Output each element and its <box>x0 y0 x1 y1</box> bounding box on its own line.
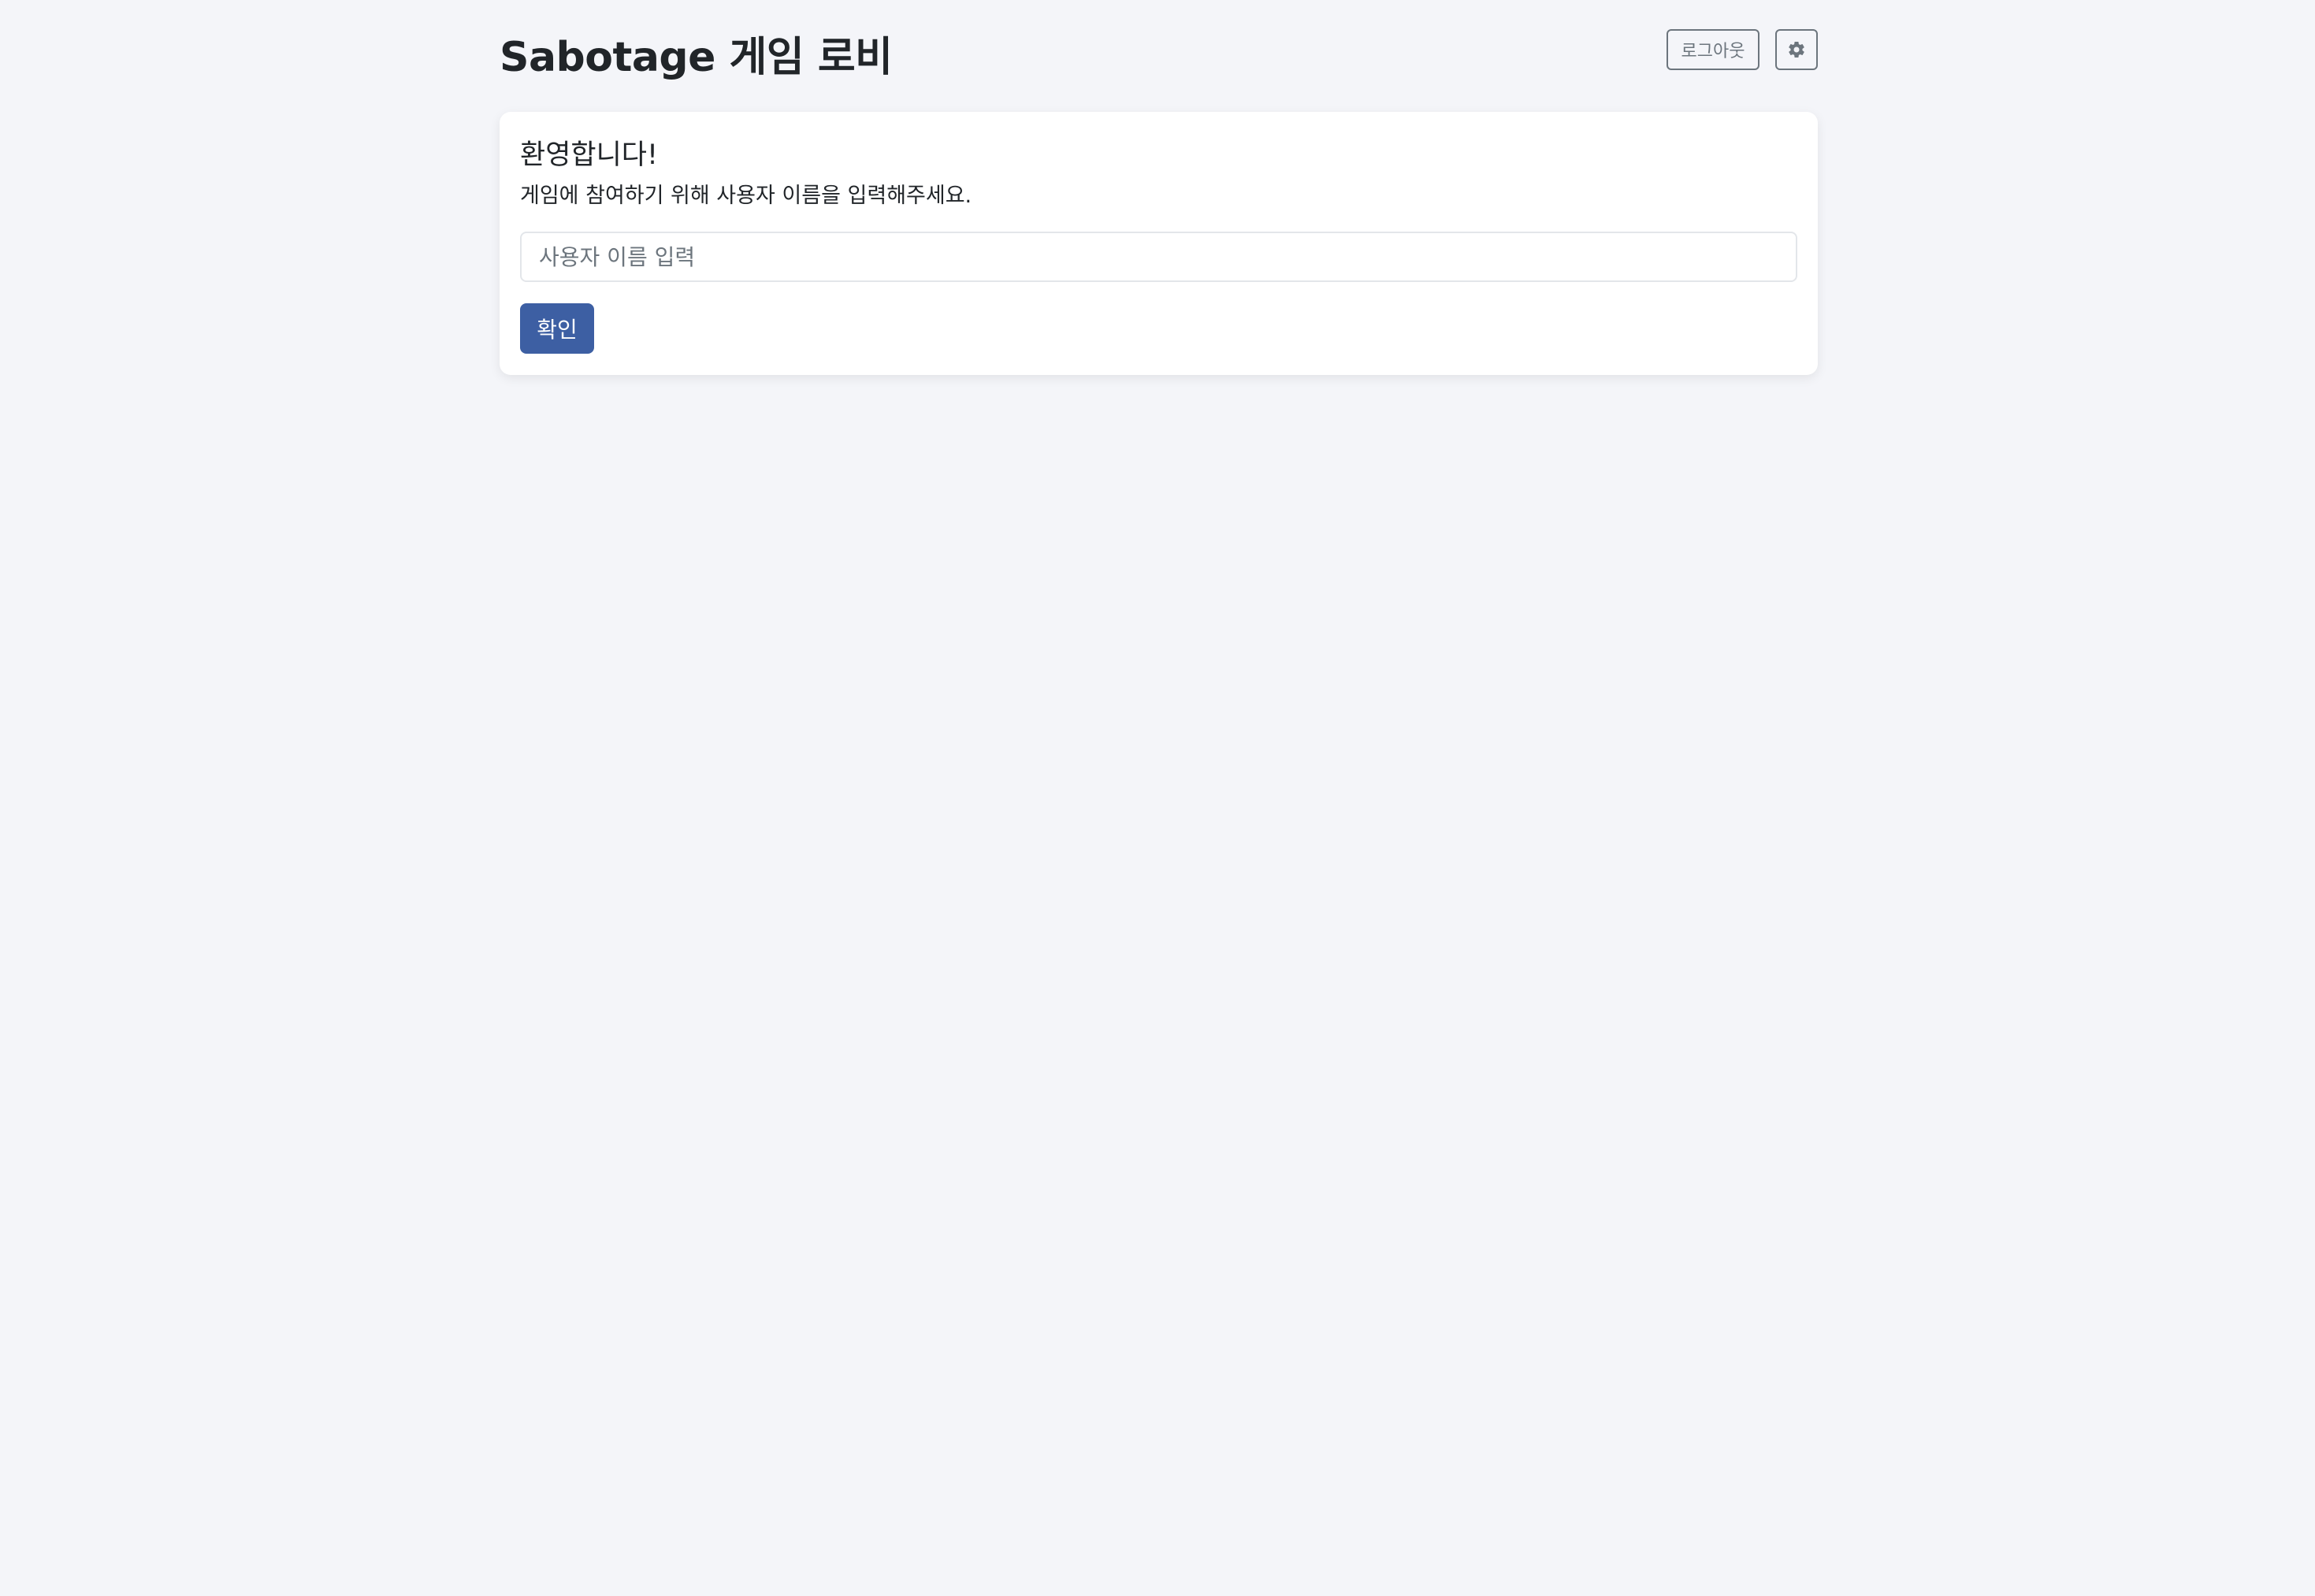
main-container: Sabotage 게임 로비 로그아웃 환영합니다! 게임에 참여하기 위해 사… <box>500 0 1818 375</box>
logout-button[interactable]: 로그아웃 <box>1667 29 1759 70</box>
page: Sabotage 게임 로비 로그아웃 환영합니다! 게임에 참여하기 위해 사… <box>0 0 2315 1596</box>
page-title: Sabotage 게임 로비 <box>500 34 893 81</box>
header: Sabotage 게임 로비 로그아웃 <box>500 0 1818 112</box>
welcome-title: 환영합니다! <box>520 139 659 171</box>
settings-button[interactable] <box>1775 29 1818 70</box>
confirm-button[interactable]: 확인 <box>520 303 594 354</box>
username-input[interactable] <box>520 232 1797 282</box>
welcome-description: 게임에 참여하기 위해 사용자 이름을 입력해주세요. <box>520 184 972 208</box>
gear-icon <box>1787 40 1806 59</box>
header-actions: 로그아웃 <box>1667 29 1818 70</box>
welcome-card: 환영합니다! 게임에 참여하기 위해 사용자 이름을 입력해주세요. 확인 <box>500 112 1818 375</box>
